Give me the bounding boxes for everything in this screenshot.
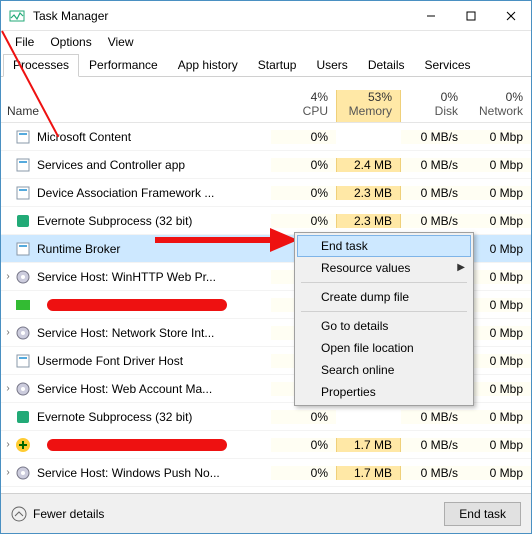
cell-memory: 2.3 MB xyxy=(336,186,401,200)
process-row[interactable]: Microsoft Content0% 0 MB/s0 Mbp xyxy=(1,123,531,151)
cell-memory: 1.7 MB xyxy=(336,438,401,452)
fewer-details-button[interactable]: Fewer details xyxy=(11,506,444,522)
ctx-create-dump[interactable]: Create dump file xyxy=(297,286,471,308)
process-row[interactable]: › Service Host: Windows Push No...0%1.7 M… xyxy=(1,459,531,487)
annotation-redaction xyxy=(47,439,227,451)
cell-cpu: 0% xyxy=(271,410,336,424)
minimize-button[interactable] xyxy=(411,2,451,30)
maximize-button[interactable] xyxy=(451,2,491,30)
cell-disk: 0 MB/s xyxy=(401,186,466,200)
expand-toggle[interactable]: › xyxy=(1,383,15,394)
cell-network: 0 Mbp xyxy=(466,410,531,424)
process-row[interactable]: Evernote Subprocess (32 bit)0%2.3 MB0 MB… xyxy=(1,207,531,235)
cell-disk: 0 MB/s xyxy=(401,214,466,228)
cell-cpu: 0% xyxy=(271,214,336,228)
end-task-button[interactable]: End task xyxy=(444,502,521,526)
process-name: Service Host: Web Account Ma... xyxy=(37,382,271,396)
cell-network: 0 Mbp xyxy=(466,326,531,340)
expand-toggle[interactable]: › xyxy=(1,327,15,338)
process-name: Runtime Broker xyxy=(37,242,271,256)
cell-memory: 2.4 MB xyxy=(336,158,401,172)
expand-toggle[interactable]: › xyxy=(1,271,15,282)
close-icon xyxy=(506,11,516,21)
ctx-go-details[interactable]: Go to details xyxy=(297,315,471,337)
process-row[interactable]: Device Association Framework ...0%2.3 MB… xyxy=(1,179,531,207)
cell-disk: 0 MB/s xyxy=(401,130,466,144)
menu-view[interactable]: View xyxy=(100,33,142,51)
ctx-separator xyxy=(301,282,467,283)
chevron-up-circle-icon xyxy=(11,506,27,522)
tab-bar: ProcessesPerformanceApp historyStartupUs… xyxy=(1,53,531,77)
cell-network: 0 Mbp xyxy=(466,158,531,172)
cell-network: 0 Mbp xyxy=(466,438,531,452)
col-cpu[interactable]: 4%CPU xyxy=(271,90,336,122)
cell-disk: 0 MB/s xyxy=(401,466,466,480)
ctx-resource-values[interactable]: Resource values▶ xyxy=(297,257,471,279)
cell-cpu: 0% xyxy=(271,130,336,144)
annotation-redaction xyxy=(47,299,227,311)
process-name: Evernote Subprocess (32 bit) xyxy=(37,410,271,424)
tab-performance[interactable]: Performance xyxy=(79,54,168,77)
col-disk[interactable]: 0%Disk xyxy=(401,90,466,122)
context-menu: End task Resource values▶ Create dump fi… xyxy=(294,232,474,406)
cell-network: 0 Mbp xyxy=(466,270,531,284)
fewer-details-label: Fewer details xyxy=(33,507,104,521)
cell-network: 0 Mbp xyxy=(466,298,531,312)
tab-services[interactable]: Services xyxy=(415,54,481,77)
process-name: Microsoft Content xyxy=(37,130,271,144)
cell-network: 0 Mbp xyxy=(466,354,531,368)
cell-disk: 0 MB/s xyxy=(401,158,466,172)
expand-toggle[interactable]: › xyxy=(1,439,15,450)
ctx-end-task[interactable]: End task xyxy=(297,235,471,257)
process-name: Device Association Framework ... xyxy=(37,186,271,200)
ctx-open-location[interactable]: Open file location xyxy=(297,337,471,359)
ctx-separator xyxy=(301,311,467,312)
col-memory[interactable]: 53%Memory xyxy=(336,90,401,122)
menu-options[interactable]: Options xyxy=(42,33,99,51)
cell-cpu: 0% xyxy=(271,466,336,480)
process-name: Services and Controller app xyxy=(37,158,271,172)
app-icon xyxy=(9,8,25,24)
cell-cpu: 0% xyxy=(271,158,336,172)
cell-network: 0 Mbp xyxy=(466,382,531,396)
minimize-icon xyxy=(426,11,436,21)
process-row[interactable]: Services and Controller app0%2.4 MB0 MB/… xyxy=(1,151,531,179)
titlebar: Task Manager xyxy=(1,1,531,31)
expand-toggle[interactable]: › xyxy=(1,467,15,478)
cell-memory: 1.7 MB xyxy=(336,466,401,480)
process-row[interactable]: Evernote Subprocess (32 bit)0% 0 MB/s0 Mb… xyxy=(1,403,531,431)
cell-network: 0 Mbp xyxy=(466,186,531,200)
tab-startup[interactable]: Startup xyxy=(248,54,307,77)
submenu-arrow-icon: ▶ xyxy=(457,262,465,273)
process-name: Evernote Subprocess (32 bit) xyxy=(37,214,271,228)
cell-network: 0 Mbp xyxy=(466,130,531,144)
ctx-properties[interactable]: Properties xyxy=(297,381,471,403)
cell-cpu: 0% xyxy=(271,186,336,200)
close-button[interactable] xyxy=(491,2,531,30)
col-network[interactable]: 0%Network xyxy=(466,90,531,122)
ctx-search-online[interactable]: Search online xyxy=(297,359,471,381)
window-title: Task Manager xyxy=(33,9,411,23)
cell-network: 0 Mbp xyxy=(466,214,531,228)
process-name: Service Host: Windows Push No... xyxy=(37,466,271,480)
cell-disk: 0 MB/s xyxy=(401,438,466,452)
cell-memory: 2.3 MB xyxy=(336,214,401,228)
cell-network: 0 Mbp xyxy=(466,466,531,480)
tab-details[interactable]: Details xyxy=(358,54,415,77)
cell-cpu: 0% xyxy=(271,438,336,452)
tab-app-history[interactable]: App history xyxy=(168,54,248,77)
tab-users[interactable]: Users xyxy=(306,54,357,77)
column-headers: Name 4%CPU 53%Memory 0%Disk 0%Network xyxy=(1,77,531,123)
cell-network: 0 Mbp xyxy=(466,242,531,256)
process-name: Usermode Font Driver Host xyxy=(37,354,271,368)
cell-disk: 0 MB/s xyxy=(401,410,466,424)
process-name: Service Host: WinHTTP Web Pr... xyxy=(37,270,271,284)
footer: Fewer details End task xyxy=(1,493,531,533)
menubar: File Options View xyxy=(1,31,531,53)
process-name: Service Host: Network Store Int... xyxy=(37,326,271,340)
maximize-icon xyxy=(466,11,476,21)
